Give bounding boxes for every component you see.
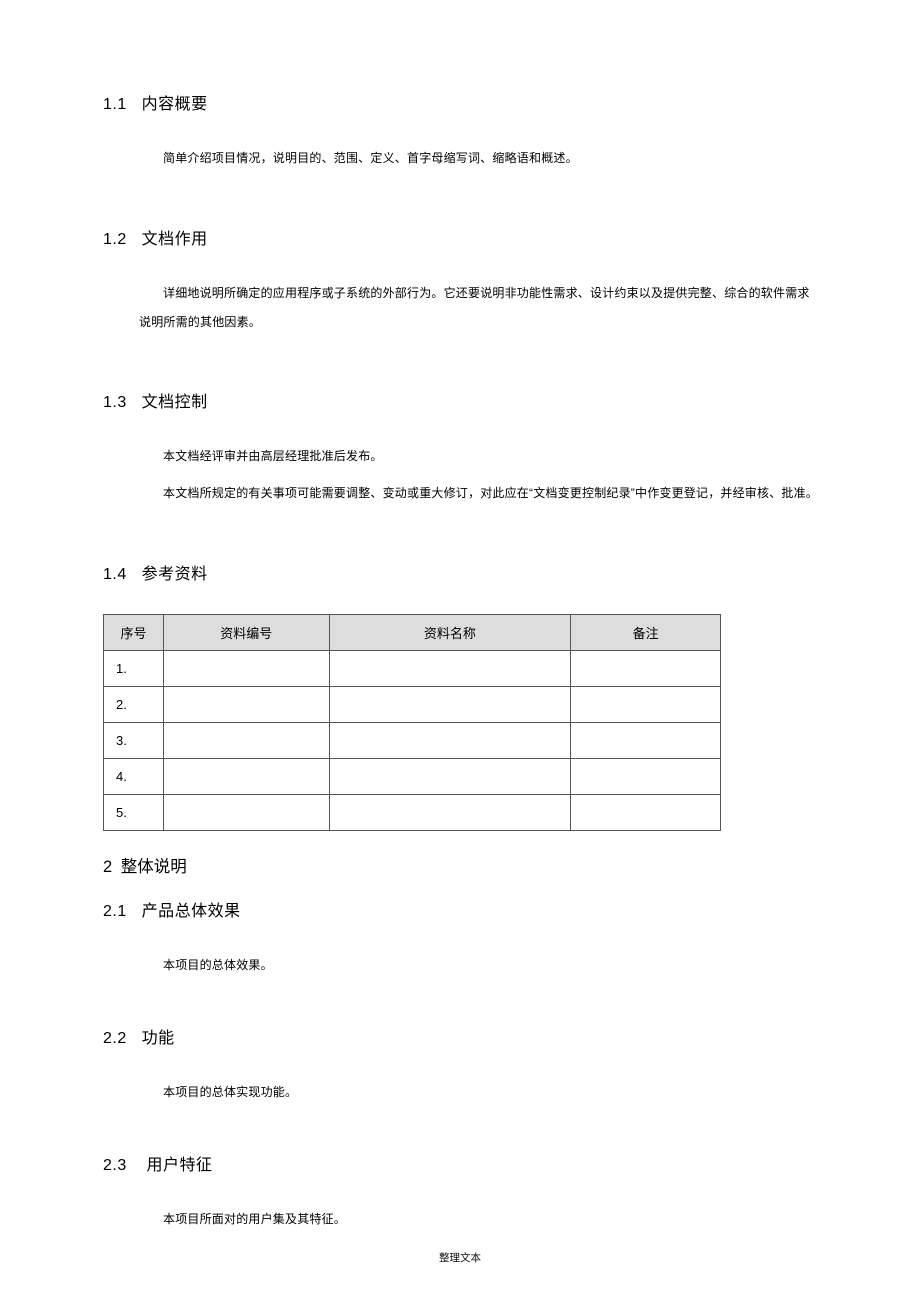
table-row: 1. — [104, 650, 721, 686]
paragraph: 本文档所规定的有关事项可能需要调整、变动或重大修订，对此应在“文档变更控制纪录”… — [103, 479, 820, 508]
cell-note — [571, 686, 721, 722]
heading-title: 用户特征 — [147, 1157, 213, 1174]
cell-note — [571, 722, 721, 758]
cell-name — [329, 686, 571, 722]
cell-name — [329, 650, 571, 686]
heading-title: 文档控制 — [142, 394, 208, 411]
th-note: 备注 — [571, 614, 721, 650]
cell-code — [163, 722, 329, 758]
heading-num: 2.1 — [103, 903, 127, 920]
cell-seq: 3. — [104, 722, 164, 758]
heading-1-2: 1.2 文档作用 — [103, 225, 820, 249]
paragraph: 详细地说明所确定的应用程序或子系统的外部行为。它还要说明非功能性需求、设计约束以… — [103, 279, 820, 337]
page-footer: 整理文本 — [0, 1250, 920, 1265]
table-row: 2. — [104, 686, 721, 722]
heading-num: 2 — [103, 858, 112, 876]
cell-code — [163, 794, 329, 830]
heading-2: 2 整体说明 — [103, 853, 820, 877]
heading-num: 2.2 — [103, 1030, 127, 1047]
heading-1-3: 1.3 文档控制 — [103, 388, 820, 412]
th-code: 资料编号 — [163, 614, 329, 650]
heading-1-4: 1.4 参考资料 — [103, 560, 820, 584]
heading-title: 内容概要 — [142, 96, 208, 113]
paragraph: 本项目所面对的用户集及其特征。 — [103, 1205, 820, 1234]
heading-num: 1.3 — [103, 394, 127, 411]
paragraph: 本文档经评审并由高层经理批准后发布。 — [103, 442, 820, 471]
th-name: 资料名称 — [329, 614, 571, 650]
cell-code — [163, 686, 329, 722]
th-seq: 序号 — [104, 614, 164, 650]
heading-2-2: 2.2 功能 — [103, 1024, 820, 1048]
cell-name — [329, 794, 571, 830]
cell-seq: 4. — [104, 758, 164, 794]
heading-title: 文档作用 — [142, 231, 208, 248]
heading-2-3: 2.3 用户特征 — [103, 1151, 820, 1175]
paragraph: 本项目的总体效果。 — [103, 951, 820, 980]
paragraph: 简单介绍项目情况，说明目的、范围、定义、首字母缩写词、缩略语和概述。 — [103, 144, 820, 173]
cell-code — [163, 650, 329, 686]
cell-seq: 1. — [104, 650, 164, 686]
cell-note — [571, 794, 721, 830]
table-row: 4. — [104, 758, 721, 794]
cell-seq: 2. — [104, 686, 164, 722]
table-header-row: 序号 资料编号 资料名称 备注 — [104, 614, 721, 650]
cell-seq: 5. — [104, 794, 164, 830]
cell-note — [571, 758, 721, 794]
reference-table: 序号 资料编号 资料名称 备注 1. 2. 3. 4. — [103, 614, 721, 831]
heading-1-1: 1.1 内容概要 — [103, 90, 820, 114]
paragraph: 本项目的总体实现功能。 — [103, 1078, 820, 1107]
cell-note — [571, 650, 721, 686]
cell-name — [329, 758, 571, 794]
table-row: 3. — [104, 722, 721, 758]
heading-title: 产品总体效果 — [142, 903, 241, 920]
table-row: 5. — [104, 794, 721, 830]
heading-title: 参考资料 — [142, 566, 208, 583]
heading-num: 1.1 — [103, 96, 127, 113]
heading-num: 1.2 — [103, 231, 127, 248]
heading-num: 2.3 — [103, 1157, 127, 1174]
heading-num: 1.4 — [103, 566, 127, 583]
heading-title: 功能 — [142, 1030, 175, 1047]
cell-name — [329, 722, 571, 758]
heading-2-1: 2.1 产品总体效果 — [103, 897, 820, 921]
heading-title: 整体说明 — [121, 858, 187, 876]
cell-code — [163, 758, 329, 794]
